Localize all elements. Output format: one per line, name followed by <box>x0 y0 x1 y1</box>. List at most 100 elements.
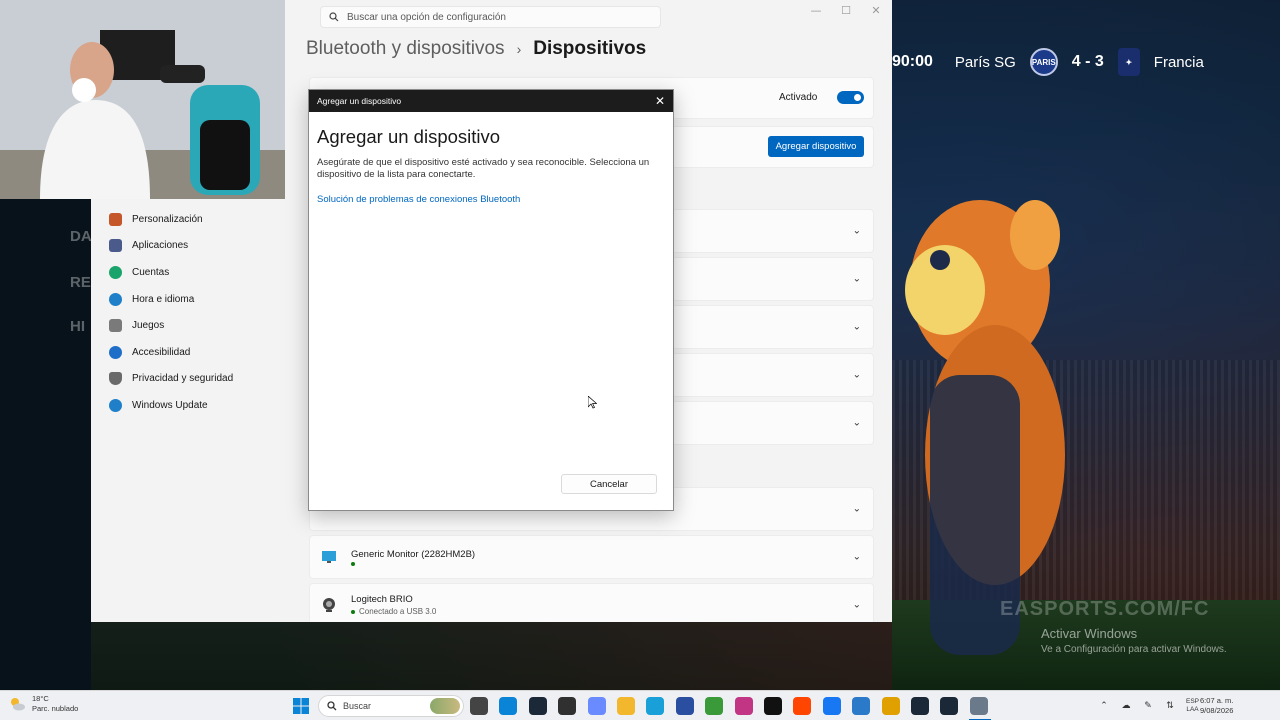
clock-time: 6:07 a. m. <box>1200 696 1234 705</box>
status-dot <box>351 561 355 566</box>
accessibility-icon <box>109 345 122 359</box>
steam2-icon[interactable] <box>911 697 929 715</box>
status-dot <box>351 609 355 614</box>
sidebar-item-label: Cuentas <box>132 266 170 278</box>
device-status: Conectado a USB 3.0 <box>351 607 436 616</box>
keyboard-layout: LAA <box>1186 706 1199 713</box>
sidebar-item-privacidad[interactable]: Privacidad y seguridad <box>107 366 277 393</box>
add-device-button[interactable]: Agregar dispositivo <box>768 136 864 157</box>
reddit-icon[interactable] <box>793 697 812 715</box>
sidebar-item-cuentas[interactable]: Cuentas <box>107 259 277 286</box>
rockstar-icon[interactable] <box>881 697 900 715</box>
minimize-icon[interactable]: — <box>808 4 824 18</box>
settings-search-input[interactable]: Buscar una opción de configuración <box>320 6 661 28</box>
sidebar-item-personalizacion[interactable]: Personalización <box>107 206 277 233</box>
activate-windows-notice: Activar Windows Ve a Configuración para … <box>1041 626 1227 655</box>
chevron-down-icon: ⌄ <box>852 551 861 563</box>
activate-subtitle: Ve a Configuración para activar Windows. <box>1041 644 1227 655</box>
webcam-feed-image <box>0 0 285 199</box>
taskbar-clock[interactable]: 6:07 a. m. 9/08/2026 <box>1200 696 1233 716</box>
weather-widget[interactable]: 18°C Parc. nublado <box>8 694 78 714</box>
language-indicator[interactable]: ESP LAA <box>1186 698 1199 714</box>
dialog-heading: Agregar un dispositivo <box>317 126 501 147</box>
device-card-webcam[interactable]: Logitech BRIO Conectado a USB 3.0 ⌄ <box>309 583 874 622</box>
game-menu-panel <box>0 199 91 690</box>
store-icon[interactable] <box>499 697 518 715</box>
steam-icon[interactable] <box>528 697 547 715</box>
breadcrumb-parent[interactable]: Bluetooth y dispositivos <box>306 38 505 60</box>
maximize-icon[interactable]: ☐ <box>838 4 854 18</box>
troubleshoot-bluetooth-link[interactable]: Solución de problemas de conexiones Blue… <box>317 194 520 205</box>
match-score: 4 - 3 <box>1071 53 1104 70</box>
close-icon[interactable]: ✕ <box>655 94 665 108</box>
sidebar-item-label: Privacidad y seguridad <box>132 373 234 385</box>
close-icon[interactable]: ✕ <box>868 4 884 18</box>
psg-crest-icon: PARIS <box>1029 48 1058 76</box>
clock-date: 9/08/2026 <box>1200 706 1234 715</box>
taskbar: 18°C Parc. nublado Buscar ⌃ ☁ ✎ ⇅ ESP LA… <box>0 690 1280 720</box>
chevron-down-icon: ⌄ <box>852 225 861 237</box>
chevron-up-icon[interactable]: ⌃ <box>1098 700 1110 712</box>
edge-icon[interactable] <box>646 697 665 715</box>
cancel-button[interactable]: Cancelar <box>561 474 657 494</box>
taskbar-search-label: Buscar <box>343 701 372 711</box>
sidebar-item-windows-update[interactable]: Windows Update <box>107 392 277 419</box>
sidebar-item-accesibilidad[interactable]: Accesibilidad <box>107 339 277 366</box>
cloud-icon[interactable]: ☁ <box>1120 700 1132 712</box>
home-team: París SG <box>954 53 1016 71</box>
chevron-down-icon: ⌄ <box>852 273 861 285</box>
sidebar-item-label: Windows Update <box>132 399 208 411</box>
sidebar-item-label: Juegos <box>132 320 165 332</box>
controller-icon <box>109 319 122 333</box>
folder-icon[interactable] <box>617 697 635 715</box>
mascot-illustration <box>905 200 1065 655</box>
pen-icon[interactable]: ✎ <box>1142 700 1154 712</box>
match-scoreboard: 90:00 París SG PARIS 4 - 3 ✦ Francia <box>892 42 1280 82</box>
sidebar-item-juegos[interactable]: Juegos <box>107 312 277 339</box>
sidebar-item-label: Personalización <box>132 213 203 225</box>
network-icon[interactable]: ⇅ <box>1164 700 1176 712</box>
bluetooth-toggle[interactable] <box>837 91 864 104</box>
webcam-icon <box>323 598 335 612</box>
system-tray: ⌃ ☁ ✎ ⇅ ESP LAA <box>1098 698 1199 714</box>
copilot-icon[interactable] <box>587 697 606 715</box>
webcam-overlay <box>0 0 285 199</box>
device-name: Generic Monitor (2282HM2B) <box>351 548 476 560</box>
device-status-text: Conectado a USB 3.0 <box>359 607 437 616</box>
active-app-indicator <box>969 691 991 720</box>
obs-icon[interactable] <box>558 697 577 715</box>
chevron-down-icon: ⌄ <box>852 369 861 381</box>
sidebar-item-label: Hora e idioma <box>132 293 195 305</box>
weather-desc: Parc. nublado <box>32 704 79 713</box>
monitor-icon <box>322 551 336 563</box>
file-explorer-icon[interactable] <box>470 697 488 715</box>
window-controls: — ☐ ✕ <box>808 4 884 18</box>
game-menu-label: RE <box>70 274 91 291</box>
calculator-icon[interactable] <box>675 697 694 715</box>
dialog-titlebar-text: Agregar un dispositivo <box>317 96 402 106</box>
taskbar-search[interactable]: Buscar <box>318 695 464 717</box>
photos-icon[interactable] <box>852 697 871 715</box>
match-time: 90:00 <box>892 53 933 70</box>
device-name: Logitech BRIO <box>351 594 413 605</box>
sidebar-item-aplicaciones[interactable]: Aplicaciones <box>107 233 277 260</box>
chevron-right-icon: › <box>516 41 522 57</box>
chevron-down-icon: ⌄ <box>852 503 861 515</box>
instagram-icon[interactable] <box>734 697 753 715</box>
x-icon[interactable] <box>764 697 782 715</box>
sidebar-item-hora-idioma[interactable]: Hora e idioma <box>107 286 277 313</box>
device-card-monitor[interactable]: Generic Monitor (2282HM2B) ⌄ <box>309 535 874 579</box>
globe-clock-icon <box>109 292 122 306</box>
breadcrumb: Bluetooth y dispositivos › Dispositivos <box>306 38 646 60</box>
shield-icon <box>109 372 122 386</box>
ea-icon[interactable] <box>940 697 959 715</box>
language-code: ESP <box>1186 698 1200 705</box>
chrome-icon[interactable] <box>705 697 724 715</box>
windows-start-icon[interactable] <box>293 698 309 714</box>
mouse-cursor-icon <box>588 396 597 409</box>
france-crest-icon: ✦ <box>1117 48 1140 76</box>
sidebar-item-label: Aplicaciones <box>132 240 189 252</box>
sponsor-watermark: EASPORTS.COM/FC <box>1000 598 1210 620</box>
facebook-icon[interactable] <box>822 697 841 715</box>
search-highlight-icon <box>430 698 460 714</box>
